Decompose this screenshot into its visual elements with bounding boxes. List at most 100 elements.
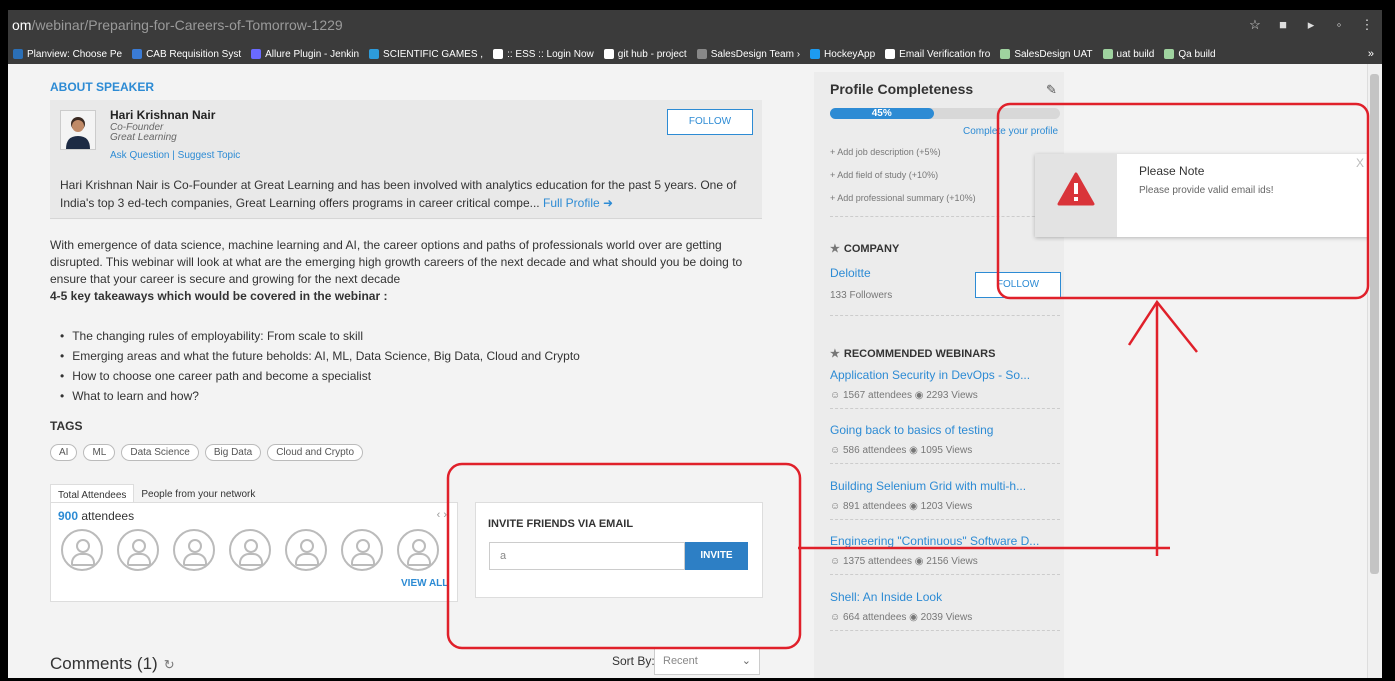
bookmark-item[interactable]: Email Verification fro	[880, 49, 995, 60]
view-all-link[interactable]: VIEW ALL	[401, 578, 448, 589]
extension-icon[interactable]: ■	[1276, 18, 1290, 32]
suggest-topic-link[interactable]: Suggest Topic	[178, 150, 241, 161]
bookmarks-bar: Planview: Choose Pe CAB Requisition Syst A…	[8, 44, 1382, 64]
attendee-count: 900 attendees	[58, 509, 135, 523]
webinar-link[interactable]: Going back to basics of testing	[830, 423, 993, 437]
add-summary-link[interactable]: + Add professional summary (+10%)	[830, 193, 976, 203]
bookmark-item[interactable]: Allure Plugin - Jenkin	[246, 49, 364, 60]
avatar[interactable]	[229, 529, 271, 571]
divider	[830, 408, 1060, 409]
webinar-link[interactable]: Building Selenium Grid with multi-h...	[830, 479, 1026, 493]
divider	[830, 630, 1060, 631]
bookmark-item[interactable]: SalesDesign Team ›	[692, 49, 805, 60]
webinar-page: ABOUT SPEAKER Hari Krishnan Nair Co-Foun…	[8, 64, 1370, 678]
bookmark-item[interactable]: Qa build	[1159, 49, 1220, 60]
extension-icon[interactable]: ▸	[1304, 18, 1318, 32]
attendees-icon: ☺	[830, 612, 843, 623]
divider	[830, 216, 1060, 217]
sort-label: Sort By:	[612, 654, 655, 668]
refresh-icon[interactable]: ↻	[164, 657, 175, 672]
company-followers: 133 Followers	[830, 290, 893, 301]
notification-message: Please provide valid email ids!	[1139, 185, 1274, 196]
avatar[interactable]	[397, 529, 439, 571]
follow-company-button[interactable]: FOLLOW	[975, 272, 1061, 298]
extension-icon[interactable]: ◦	[1332, 18, 1346, 32]
divider	[830, 574, 1060, 575]
invite-email-input[interactable]	[489, 542, 685, 570]
pencil-icon[interactable]: ✎	[1046, 82, 1057, 98]
menu-icon[interactable]: ⋮	[1360, 18, 1374, 32]
invite-button[interactable]: INVITE	[685, 542, 748, 570]
webinar-link[interactable]: Shell: An Inside Look	[830, 590, 942, 604]
speaker-name[interactable]: Hari Krishnan Nair	[110, 108, 215, 122]
invite-title: INVITE FRIENDS VIA EMAIL	[488, 518, 634, 530]
divider	[830, 315, 1060, 316]
about-speaker-title: ABOUT SPEAKER	[50, 80, 155, 94]
ask-question-link[interactable]: Ask Question	[110, 150, 169, 161]
complete-profile-link[interactable]: Complete your profile	[963, 126, 1058, 137]
bookmark-favicon-icon	[1164, 49, 1175, 59]
avatar[interactable]	[341, 529, 383, 571]
address-bar[interactable]: om/webinar/Preparing-for-Careers-of-Tomo…	[8, 10, 1382, 44]
tag-list: AI ML Data Science Big Data Cloud and Crypto	[50, 444, 364, 461]
bookmark-item[interactable]: :: ESS :: Login Now	[488, 49, 599, 60]
bookmark-item[interactable]: uat build	[1098, 49, 1160, 60]
bookmark-item[interactable]: git hub - project	[599, 49, 692, 60]
scrollbar-thumb[interactable]	[1370, 74, 1379, 574]
avatar[interactable]	[61, 529, 103, 571]
add-job-link[interactable]: + Add job description (+5%)	[830, 147, 941, 157]
url-text[interactable]: om/webinar/Preparing-for-Careers-of-Tomo…	[12, 17, 343, 33]
scrollbar[interactable]	[1367, 64, 1382, 678]
webinar-meta: ☺ 586 attendees ◉ 1095 Views	[830, 445, 973, 456]
avatar[interactable]	[285, 529, 327, 571]
bookmark-item[interactable]: CAB Requisition Syst	[127, 49, 246, 60]
bookmark-item[interactable]: SCIENTIFIC GAMES ,	[364, 49, 488, 60]
avatar[interactable]	[173, 529, 215, 571]
attendee-avatars	[61, 529, 439, 571]
tag-chip[interactable]: Cloud and Crypto	[267, 444, 364, 461]
add-field-link[interactable]: + Add field of study (+10%)	[830, 170, 938, 180]
company-heading: ★ COMPANY	[830, 243, 900, 255]
bookmark-favicon-icon	[251, 49, 262, 59]
list-item: How to choose one career path and become…	[60, 366, 580, 386]
speaker-role: Co-Founder Great Learning	[110, 122, 177, 143]
sort-select[interactable]: Recent ⌄	[654, 647, 760, 675]
close-icon[interactable]: X	[1356, 156, 1364, 170]
bookmark-favicon-icon	[13, 49, 23, 59]
bookmark-item[interactable]: Planview: Choose Pe	[8, 49, 127, 60]
bookmarks-more-icon[interactable]: »	[1368, 48, 1374, 60]
star-icon: ★	[830, 243, 840, 255]
browser-window: om/webinar/Preparing-for-Careers-of-Tomo…	[8, 10, 1382, 678]
tag-chip[interactable]: ML	[83, 444, 116, 461]
speaker-bio: Hari Krishnan Nair is Co-Founder at Grea…	[60, 178, 737, 210]
bookmark-favicon-icon	[369, 49, 380, 59]
bookmark-favicon-icon	[493, 49, 504, 59]
follow-speaker-button[interactable]: FOLLOW	[667, 109, 753, 135]
list-item: Emerging areas and what the future behol…	[60, 346, 580, 366]
star-bookmark-icon[interactable]: ☆	[1248, 18, 1262, 32]
bookmark-favicon-icon	[696, 49, 707, 59]
webinar-description: With emergence of data science, machine …	[50, 237, 770, 305]
company-link[interactable]: Deloitte	[830, 266, 871, 280]
bookmark-item[interactable]: HockeyApp	[805, 49, 880, 60]
extension-icons: ☆ ■ ▸ ◦ ⋮	[1248, 18, 1374, 32]
bookmark-item[interactable]: SalesDesign UAT	[995, 49, 1097, 60]
webinar-link[interactable]: Application Security in DevOps - So...	[830, 368, 1030, 382]
tag-chip[interactable]: Big Data	[204, 444, 262, 461]
full-profile-link[interactable]: Full Profile ➜	[543, 196, 613, 210]
tag-chip[interactable]: AI	[50, 444, 78, 461]
webinar-link[interactable]: Engineering "Continuous" Software D...	[830, 534, 1039, 548]
comments-title: Comments (1) ↻	[50, 654, 175, 673]
avatar[interactable]	[117, 529, 159, 571]
bookmark-favicon-icon	[810, 49, 821, 59]
invite-panel: INVITE FRIENDS VIA EMAIL INVITE	[475, 502, 763, 598]
recommended-heading: ★ RECOMMENDED WEBINARS	[830, 348, 996, 360]
attendees-icon: ☺	[830, 501, 843, 512]
speaker-avatar	[60, 110, 96, 150]
tag-chip[interactable]: Data Science	[121, 444, 199, 461]
webinar-meta: ☺ 1567 attendees ◉ 2293 Views	[830, 390, 978, 401]
notification-toast: Please Note Please provide valid email i…	[1035, 154, 1370, 237]
profile-progress-fill: 45%	[830, 108, 934, 119]
bookmark-favicon-icon	[132, 49, 143, 59]
carousel-arrows[interactable]: ‹ ›	[437, 509, 447, 521]
